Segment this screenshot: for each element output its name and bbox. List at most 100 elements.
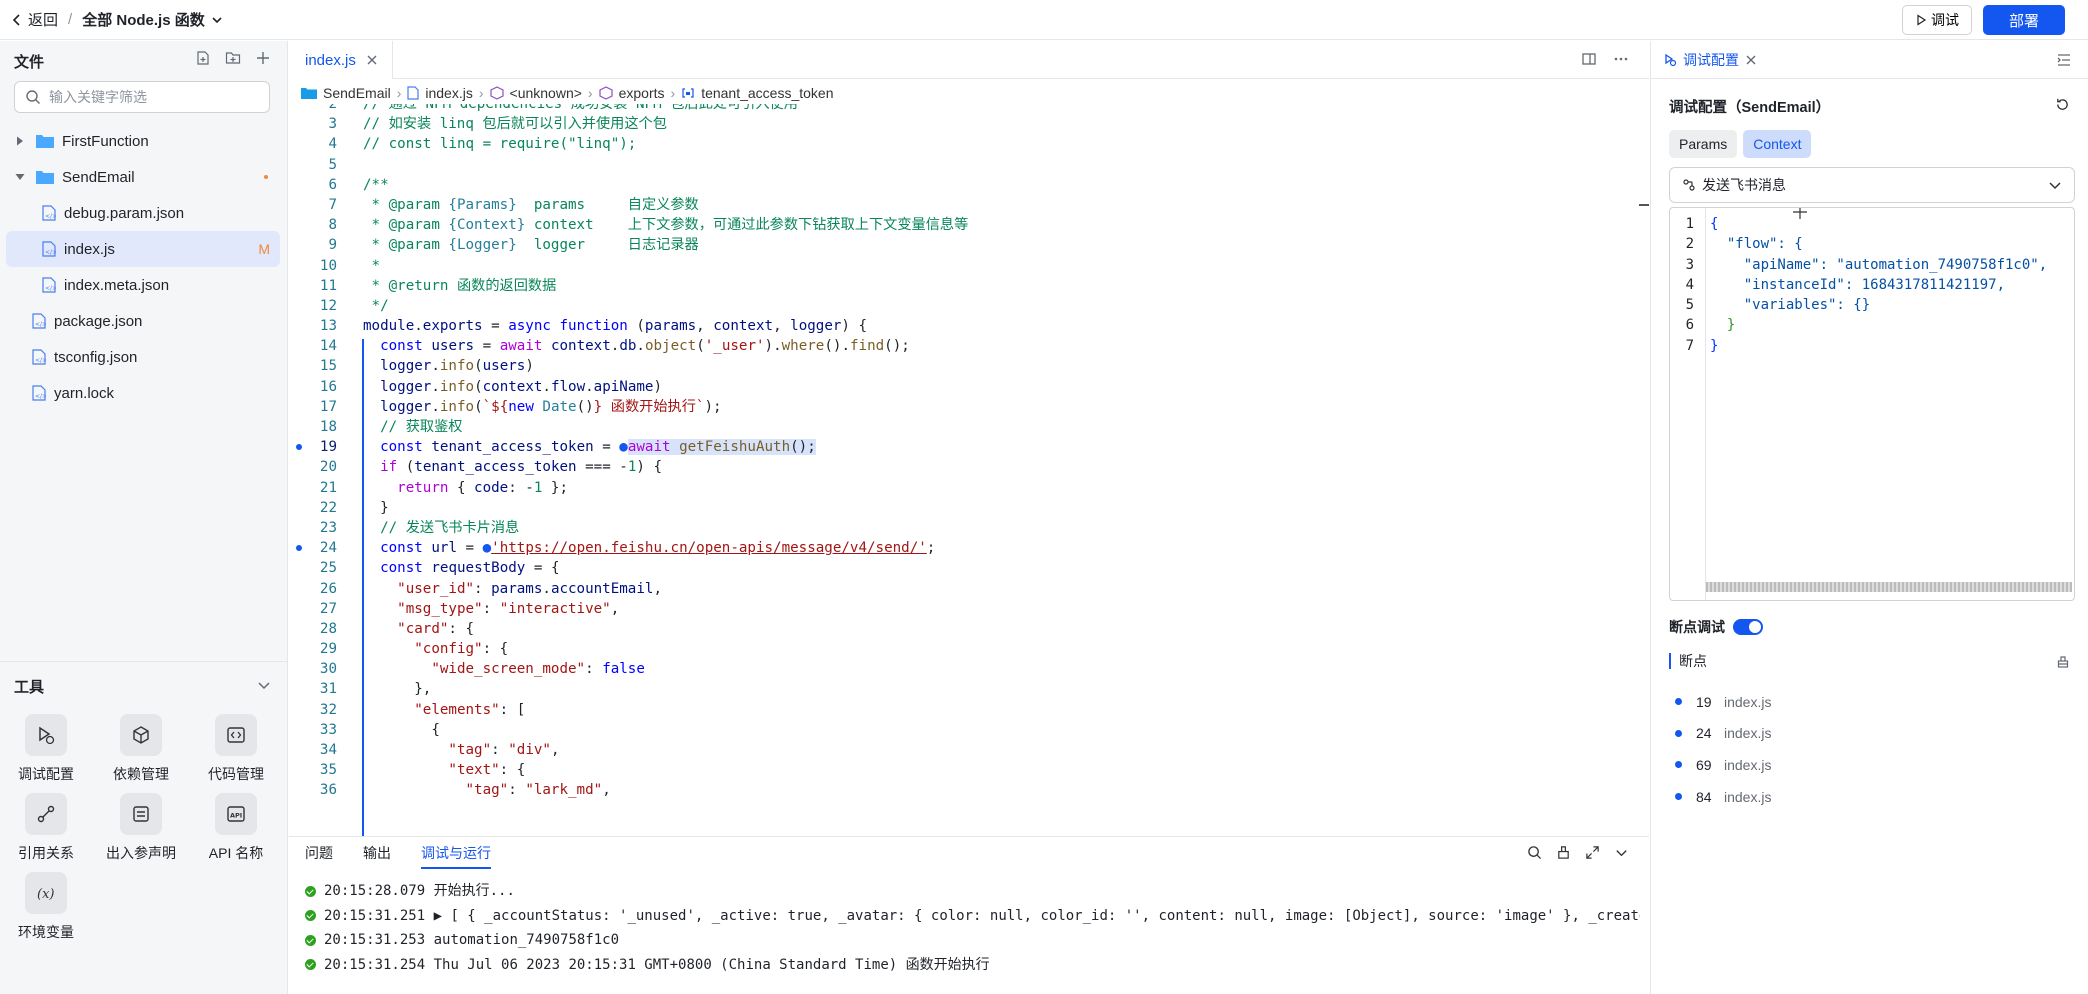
tool-label: 出入参声明 [106, 845, 176, 861]
deploy-button[interactable]: 部署 [1983, 5, 2065, 35]
breakpoint-file: index.js [1724, 756, 1772, 773]
maximize-icon[interactable] [1585, 845, 1600, 860]
json-line-number: 4 [1685, 276, 1694, 293]
chevron-down-icon[interactable] [1614, 845, 1629, 860]
tool-io-declaration[interactable]: 出入参声明 [101, 793, 181, 863]
split-editor-icon[interactable] [1581, 51, 1597, 67]
params-context-switch: Params Context [1669, 130, 1812, 158]
tree-file-yarn-lock[interactable]: </> yarn.lock [6, 375, 280, 411]
breakpoint-item[interactable]: 69 index.js [1675, 749, 1771, 781]
line-number: 4 [328, 136, 337, 153]
json-line: 5 "variables": {} [1670, 295, 2074, 315]
code-view[interactable]: 2// 通过 NPM dependencies 成功安装 NPM 包后此处可引入… [289, 104, 1489, 836]
code-icon [227, 727, 245, 743]
code-line: 31 }, [289, 679, 1489, 699]
tree-item-label: index.meta.json [64, 276, 170, 294]
tool-code-management[interactable]: 代码管理 [196, 714, 276, 784]
code-line: 15 logger.info(users) [289, 356, 1489, 376]
tree-file-package-json[interactable]: </> package.json [6, 303, 280, 339]
json-line-text: "instanceId": 1684317811421197, [1710, 276, 2006, 293]
refresh-icon[interactable] [2055, 97, 2070, 112]
tool-label: 引用关系 [18, 845, 74, 861]
breakpoint-item[interactable]: 19 index.js [1675, 686, 1771, 718]
breadcrumb-item[interactable]: <unknown> [510, 85, 582, 101]
tool-reference[interactable]: 引用关系 [6, 793, 86, 863]
close-icon[interactable] [1745, 54, 1757, 66]
tool-debug-config[interactable]: 调试配置 [6, 714, 86, 784]
new-folder-icon[interactable] [225, 50, 241, 66]
debug-button[interactable]: 调试 [1902, 5, 1972, 35]
panel-tab-output[interactable]: 输出 [363, 837, 391, 869]
line-number: 5 [328, 156, 337, 173]
tool-api-name[interactable]: API API 名称 [196, 793, 276, 863]
tree-file-index-js[interactable]: </> index.js M [6, 231, 280, 267]
clear-icon[interactable] [1556, 845, 1571, 860]
line-number: 36 [319, 782, 337, 799]
line-number: 28 [319, 620, 337, 637]
file-icon: </> [32, 313, 46, 329]
back-button[interactable]: 返回 [10, 9, 58, 30]
api-icon: API [227, 806, 245, 822]
horizontal-scrollbar[interactable] [1706, 582, 2072, 592]
tree-file-tsconfig-json[interactable]: </> tsconfig.json [6, 339, 280, 375]
line-number: 30 [319, 661, 337, 678]
json-line-text: "variables": {} [1710, 297, 1871, 314]
code-line: 36 "tag": "lark_md", [289, 780, 1489, 800]
function-selector[interactable]: 全部 Node.js 函数 [82, 9, 223, 30]
event-select[interactable]: 发送飞书消息 [1669, 167, 2075, 203]
line-number: 18 [319, 419, 337, 435]
segment-params[interactable]: Params [1669, 130, 1738, 158]
svg-text:</>: </> [45, 213, 56, 220]
panel-tab-debug-run[interactable]: 调试与运行 [421, 837, 491, 869]
code-line: 13 module.exports = async function (param… [289, 316, 1489, 336]
editor-tab-index-js[interactable]: index.js [289, 41, 393, 79]
line-number: 19 [319, 439, 337, 456]
tree-file-index-meta-json[interactable]: </> index.meta.json [6, 267, 280, 303]
svg-text:</>: </> [35, 357, 46, 364]
segment-context[interactable]: Context [1743, 130, 1812, 158]
file-search-input[interactable] [49, 89, 249, 105]
code-line: 25 const requestBody = { [289, 558, 1489, 578]
js-file-icon: </> [42, 205, 56, 221]
breadcrumb-item[interactable]: index.js [425, 85, 472, 101]
log-entry[interactable]: 20:15:31.251 ▶ [ { _accountStatus: '_unu… [305, 904, 1640, 929]
svg-text:</>: </> [35, 321, 46, 328]
panel-tab-problems[interactable]: 问题 [305, 837, 333, 869]
breadcrumb-item[interactable]: exports [619, 85, 665, 101]
context-json-editor[interactable]: 1{ 2 "flow": { 3 "apiName": "automation_… [1669, 207, 2075, 601]
breakpoint-debug-toggle[interactable] [1733, 619, 1763, 635]
success-icon [305, 959, 316, 971]
tree-folder-sendemail[interactable]: SendEmail [6, 159, 280, 195]
file-icon: </> [32, 349, 46, 365]
collapse-panel-icon[interactable] [2056, 52, 2072, 68]
tree-file-debug-param-json[interactable]: </> debug.param.json [6, 195, 280, 231]
success-icon [305, 934, 316, 946]
variable-icon: (x) [37, 887, 54, 902]
close-icon[interactable] [366, 54, 378, 66]
breadcrumb-item[interactable]: SendEmail [323, 85, 391, 101]
breakpoint-item[interactable]: 84 index.js [1675, 781, 1771, 813]
code-breadcrumb: SendEmail › index.js › <unknown> › expor… [301, 81, 834, 105]
tool-env-variables[interactable]: (x) 环境变量 [6, 872, 86, 942]
right-tab-debug-config[interactable]: 调试配置 [1663, 41, 1757, 79]
new-file-icon[interactable] [195, 50, 211, 66]
breadcrumb-item[interactable]: tenant_access_token [701, 85, 833, 101]
tree-folder-firstfunction[interactable]: FirstFunction [6, 123, 280, 159]
line-number: 21 [319, 479, 337, 496]
line-number: 6 [328, 176, 337, 193]
event-select-value: 发送飞书消息 [1702, 177, 1786, 193]
tree-item-label: debug.param.json [64, 204, 185, 222]
clear-breakpoints-icon[interactable] [2056, 655, 2070, 669]
tree-item-label: index.js [64, 240, 115, 258]
search-icon[interactable] [1527, 845, 1542, 860]
more-icon[interactable] [1613, 51, 1629, 67]
line-number: 7 [328, 196, 337, 213]
breakpoint-line: 19 [1696, 693, 1712, 710]
json-line-text: } [1710, 317, 1736, 334]
add-icon[interactable] [255, 50, 271, 66]
tool-dependency-management[interactable]: 依赖管理 [101, 714, 181, 784]
code-line: 32 "elements": [ [289, 700, 1489, 720]
breakpoint-item[interactable]: 24 index.js [1675, 718, 1771, 750]
chevron-down-icon[interactable] [257, 678, 271, 692]
line-number: 34 [319, 742, 337, 758]
